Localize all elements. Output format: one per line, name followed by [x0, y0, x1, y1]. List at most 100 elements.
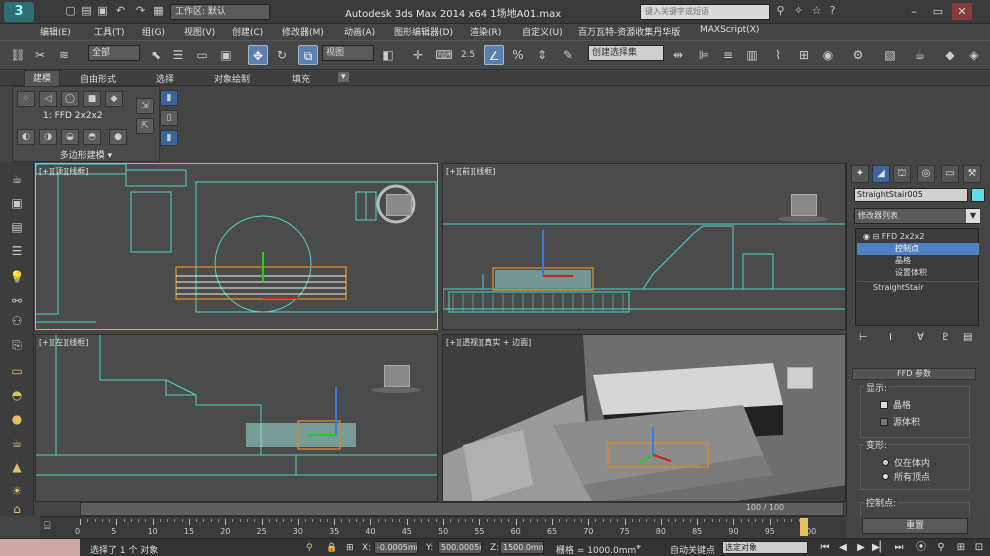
rotate-icon[interactable]: ↻	[272, 45, 292, 65]
ribbon-tool-5-icon[interactable]: ●	[109, 129, 127, 145]
menu-modifiers[interactable]: 修改器(M)	[282, 25, 324, 38]
render-icon[interactable]: ☕	[910, 45, 930, 65]
hemisphere-icon[interactable]: ◓	[8, 386, 26, 404]
lock-icon[interactable]: ⚲	[306, 543, 313, 553]
menu-group[interactable]: 组(G)	[142, 25, 165, 38]
ribbon-options-icon[interactable]: ▾	[338, 72, 349, 82]
object-name-field[interactable]: StraightStair005	[854, 188, 968, 202]
menu-graph[interactable]: 图形编辑器(D)	[394, 25, 453, 38]
people-icon[interactable]: ⚇	[8, 312, 26, 330]
app-logo[interactable]: 3	[4, 2, 34, 22]
selection-filter-select[interactable]: 全部	[88, 45, 140, 61]
tab-modeling[interactable]: 建模	[24, 70, 61, 86]
viewcube-icon[interactable]	[386, 194, 412, 216]
stack-item-stair[interactable]: StraightStair	[857, 281, 979, 293]
spinner-snap-icon[interactable]: ⇕	[532, 45, 552, 65]
helper-icon[interactable]: ⚯	[8, 292, 26, 310]
next-frame-icon[interactable]: ▶▏	[872, 541, 887, 554]
viewport-perspective[interactable]: [+][透视][真实 + 边面]	[442, 334, 846, 502]
maximize-icon[interactable]: ▭	[928, 3, 948, 20]
new-file-icon[interactable]: ▢	[64, 5, 77, 17]
motion-tab-icon[interactable]: ◎	[917, 165, 935, 183]
viewcube-icon[interactable]	[787, 367, 813, 389]
render-prod-icon[interactable]: ◆	[940, 45, 960, 65]
track-bar-icon[interactable]: ⌸	[44, 519, 60, 533]
ribbon-side-4-icon[interactable]: ▯	[160, 110, 178, 126]
time-cursor[interactable]	[800, 518, 808, 536]
light-icon[interactable]: 💡	[8, 268, 26, 286]
camera-icon[interactable]: ⎘	[8, 336, 26, 354]
select-link-icon[interactable]: ⛓	[8, 45, 28, 65]
ribbon-caption[interactable]: 多边形建模 ▾	[12, 148, 160, 161]
ffd-params-rollout[interactable]: FFD 参数	[852, 368, 976, 380]
ribbon-tool-2-icon[interactable]: ◑	[39, 129, 57, 145]
cone-icon[interactable]: ▲	[8, 458, 26, 476]
key-mode-icon[interactable]: ⦿	[914, 541, 928, 554]
teapot-prim-icon[interactable]: ☕	[8, 434, 26, 452]
ribbon-tool-4-icon[interactable]: ◓	[83, 129, 101, 145]
material-editor-icon[interactable]: ◉	[818, 45, 838, 65]
display-tab-icon[interactable]: ▭	[941, 165, 959, 183]
scene-explorer-icon[interactable]: ▤	[8, 218, 26, 236]
manipulate-icon[interactable]: ✛	[408, 45, 428, 65]
zoom-icon[interactable]: ⚲	[934, 541, 948, 554]
tab-object-paint[interactable]: 对象绘制	[214, 72, 250, 85]
go-to-end-icon[interactable]: ⏭	[892, 541, 906, 554]
element-level-icon[interactable]: ◆	[105, 91, 123, 107]
zoom-extents-icon[interactable]: ⊞	[954, 541, 968, 554]
project-folder-icon[interactable]: ▦	[152, 5, 165, 17]
edge-level-icon[interactable]: ◁	[39, 91, 57, 107]
menu-tools[interactable]: 工具(T)	[94, 25, 125, 38]
plane-icon[interactable]: ▭	[8, 362, 26, 380]
graphite-icon[interactable]: ▥	[742, 45, 762, 65]
remove-modifier-icon[interactable]: ♇	[941, 332, 950, 343]
only-in-volume-radio[interactable]	[882, 459, 889, 466]
border-level-icon[interactable]: ◯	[61, 91, 79, 107]
curve-editor-icon[interactable]: ⌇	[768, 45, 788, 65]
viewcube-icon[interactable]	[384, 365, 410, 387]
go-to-start-icon[interactable]: ⏮	[818, 541, 832, 554]
ribbon-side-3-icon[interactable]: ▮	[160, 90, 178, 106]
schematic-icon[interactable]: ⊞	[794, 45, 814, 65]
move-icon[interactable]: ✥	[248, 45, 268, 65]
lattice-checkbox[interactable]	[880, 401, 888, 409]
tab-selection[interactable]: 选择	[156, 72, 174, 85]
chevron-down-icon[interactable]: ▼	[966, 209, 980, 223]
mirror-icon[interactable]: ⇹	[668, 45, 688, 65]
select-object-icon[interactable]: ⬉	[146, 45, 166, 65]
prev-frame-icon[interactable]: ◀	[836, 541, 850, 554]
named-selection-select[interactable]: 创建选择集	[588, 45, 664, 61]
x-coord-field[interactable]: -0.0005mm	[374, 541, 418, 554]
snap-toggle-icon[interactable]: 2.5	[458, 45, 478, 65]
viewport-top[interactable]: [+][顶][线框]	[35, 163, 438, 330]
render-iter-icon[interactable]: ◈	[964, 45, 984, 65]
hierarchy-tab-icon[interactable]: ⛫	[893, 165, 911, 183]
redo-icon[interactable]: ↷	[134, 5, 147, 17]
ribbon-tool-3-icon[interactable]: ◒	[61, 129, 79, 145]
z-coord-field[interactable]: 1500.0mm	[500, 541, 544, 554]
select-by-name-icon[interactable]: ☰	[168, 45, 188, 65]
stack-item-lattice[interactable]: 晶格	[857, 255, 979, 267]
make-unique-icon[interactable]: ∀	[917, 332, 924, 343]
selection-lock-icon[interactable]: 🔒	[326, 543, 337, 553]
undo-icon[interactable]: ↶	[114, 5, 127, 17]
close-icon[interactable]: ✕	[952, 3, 972, 20]
ribbon-side-2-icon[interactable]: ⇱	[136, 118, 154, 134]
ribbon-side-5-icon[interactable]: ▮	[160, 130, 178, 146]
scale-icon[interactable]: ⧉	[298, 45, 318, 65]
all-vertices-radio[interactable]	[882, 473, 889, 480]
stack-item-set-volume[interactable]: 设置体积	[857, 267, 979, 279]
open-file-icon[interactable]: ▤	[80, 5, 93, 17]
polygon-level-icon[interactable]: ■	[83, 91, 101, 107]
rect-selection-icon[interactable]: ▭	[192, 45, 212, 65]
maximize-viewport-icon[interactable]: ⊡	[972, 541, 986, 554]
angle-snap-icon[interactable]: ∠	[484, 45, 504, 65]
menu-create[interactable]: 创建(C)	[232, 25, 263, 38]
show-end-icon[interactable]: Ⅰ	[889, 332, 892, 343]
save-file-icon[interactable]: ▣	[96, 5, 109, 17]
viewport-left[interactable]: [+][左][线框]	[35, 334, 438, 502]
viewport-top-label[interactable]: [+][顶][线框]	[39, 166, 88, 177]
list-icon[interactable]: ☰	[8, 242, 26, 260]
keyboard-shortcut-icon[interactable]: ⌨	[434, 45, 454, 65]
workspace-select[interactable]: 工作区: 默认	[170, 4, 270, 20]
